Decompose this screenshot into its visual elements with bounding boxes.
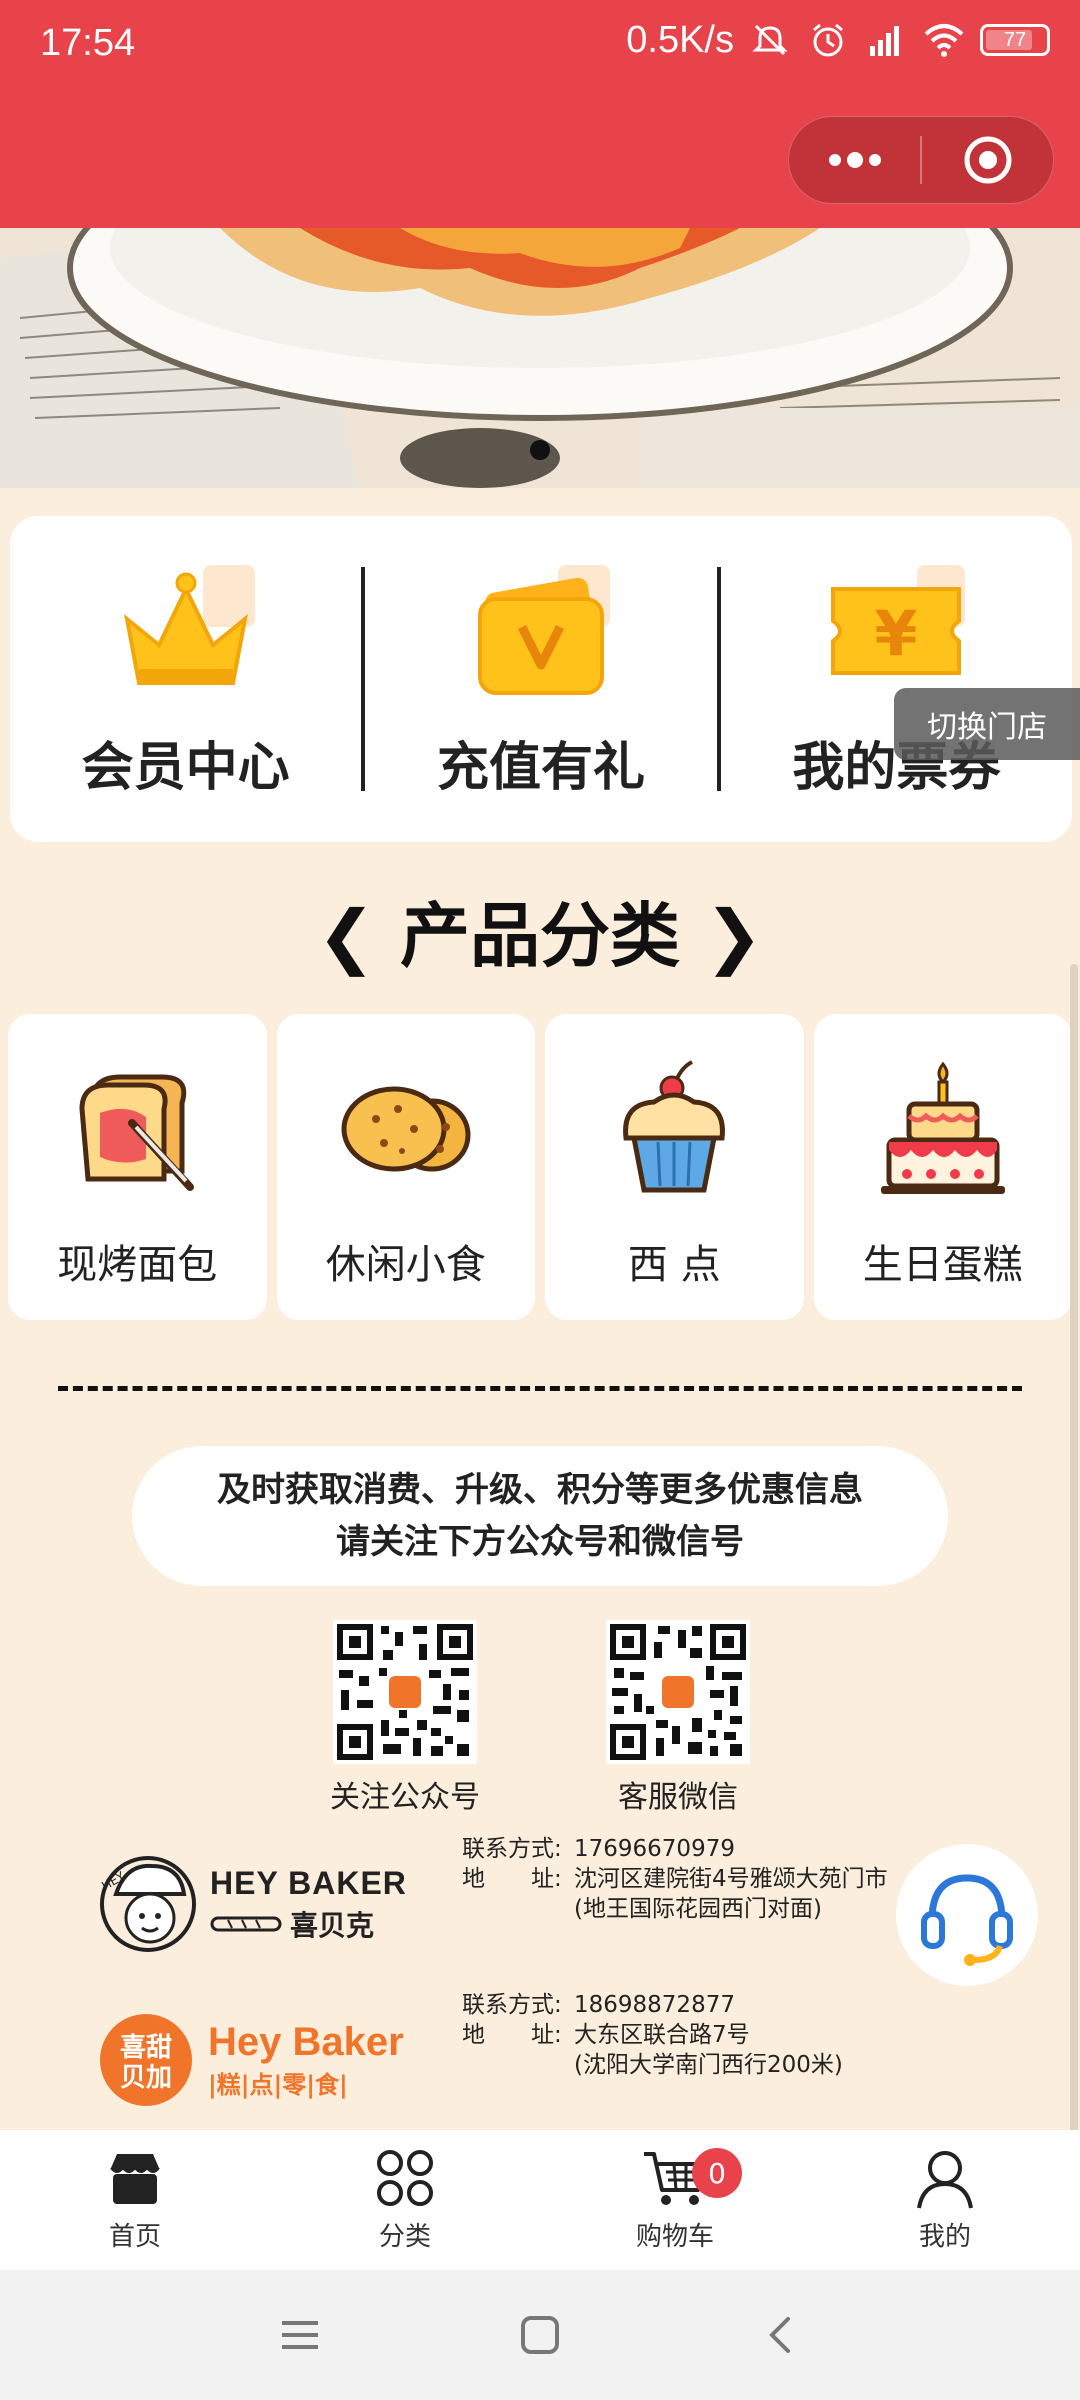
svg-text:贝加: 贝加 — [120, 2063, 172, 2093]
grid-icon — [377, 2150, 433, 2206]
banner-carousel[interactable] — [0, 228, 1080, 488]
category-bread[interactable]: 现烤面包 — [8, 1014, 267, 1320]
quick-item-label: 会员中心 — [81, 737, 290, 798]
user-icon — [917, 2151, 973, 2209]
store-address-note: (沈阳大学南门西行200米) — [574, 2052, 843, 2078]
cupcake-icon — [604, 1058, 744, 1198]
cookie-icon — [336, 1058, 476, 1198]
signal-icon — [864, 18, 908, 62]
battery-icon: 77 — [980, 24, 1050, 56]
cake-icon — [873, 1058, 1013, 1198]
qr-code-row: 关注公众号 客服微信 — [330, 1620, 750, 1816]
more-dots-icon[interactable] — [789, 117, 920, 203]
customer-service-button[interactable] — [896, 1844, 1038, 1986]
toast-icon — [67, 1058, 207, 1198]
qr-code-image — [606, 1620, 750, 1764]
store-address: 大东区联合路7号 — [574, 2022, 750, 2048]
store-address-note: (地王国际花园西门对面) — [574, 1896, 822, 1922]
cart-count-badge: 0 — [692, 2148, 742, 2198]
mini-program-capsule — [788, 116, 1054, 204]
follow-notice: 及时获取消费、升级、积分等更多优惠信息 请关注下方公众号和微信号 — [132, 1446, 948, 1586]
switch-store-button[interactable]: 切换门店 — [894, 688, 1080, 760]
quick-item-label: 充值有礼 — [436, 737, 645, 798]
menu-icon[interactable] — [270, 2305, 330, 2365]
category-label: 休闲小食 — [325, 1242, 486, 1288]
store-info-1: HEY HEY BAKER 喜贝克 联系方式: 17696670979 地 址: 沈… — [96, 1834, 996, 1974]
qr-label: 关注公众号 — [330, 1780, 480, 1815]
crown-icon — [111, 559, 261, 699]
notice-line-1: 及时获取消费、升级、积分等更多优惠信息 — [217, 1470, 863, 1510]
quick-item-tickets[interactable]: ¥ 我的票券 — [721, 559, 1072, 800]
qr-code-image — [333, 1620, 477, 1764]
brand-name-cn: 喜贝克 — [290, 1908, 375, 1942]
category-grid: 现烤面包 休闲小食 西 点 生日蛋糕 — [8, 1014, 1072, 1320]
home-square-icon[interactable] — [510, 2305, 570, 2365]
ticket-icon: ¥ — [821, 559, 971, 699]
wifi-icon — [922, 18, 966, 62]
system-nav-bar — [0, 2270, 1080, 2400]
store-info-2: 喜甜 贝加 Hey Baker |糕|点|零|食| 联系方式: 186988728… — [96, 1990, 996, 2130]
tab-label: 我的 — [918, 2222, 971, 2252]
alarm-icon — [806, 18, 850, 62]
store-contact: 联系方式: 17696670979 地 址: 沈河区建院街4号雅颂大苑门市 (地王国… — [462, 1834, 888, 1922]
page-scrollbar[interactable] — [1070, 964, 1078, 2144]
store-phone[interactable]: 17696670979 — [574, 1834, 735, 1864]
quick-item-recharge[interactable]: 充值有礼 — [365, 559, 716, 800]
wallet-icon — [466, 559, 616, 699]
store-phone[interactable]: 18698872877 — [574, 1990, 735, 2020]
headset-icon — [921, 1874, 1013, 1966]
brand-name: Hey Baker — [208, 2020, 404, 2064]
svg-text:¥: ¥ — [875, 597, 918, 670]
tab-mine[interactable]: 我的 — [810, 2130, 1080, 2270]
category-pastry[interactable]: 西 点 — [545, 1014, 804, 1320]
qr-official-account[interactable]: 关注公众号 — [330, 1620, 480, 1816]
close-target-icon[interactable] — [922, 117, 1053, 203]
qr-customer-service[interactable]: 客服微信 — [606, 1620, 750, 1816]
category-birthday-cake[interactable]: 生日蛋糕 — [813, 1014, 1072, 1320]
section-title: ❮ 产品分类 ❯ — [316, 895, 764, 977]
notice-line-2: 请关注下方公众号和微信号 — [336, 1522, 744, 1562]
tab-cart[interactable]: 0 购物车 — [540, 2130, 810, 2270]
banner-food-image — [0, 228, 1080, 488]
tab-label: 购物车 — [635, 2222, 714, 2252]
qr-label: 客服微信 — [618, 1780, 738, 1815]
brand-name: HEY BAKER — [210, 1864, 407, 1901]
category-label: 现烤面包 — [57, 1242, 218, 1288]
quick-menu-card: 会员中心 充值有礼 ¥ 我的票券 — [10, 516, 1072, 842]
svg-text:喜甜: 喜甜 — [120, 2033, 172, 2063]
tab-home[interactable]: 首页 — [0, 2130, 270, 2270]
back-icon[interactable] — [750, 2305, 810, 2365]
tab-label: 首页 — [108, 2222, 161, 2252]
brand-tagline: |糕|点|零|食| — [208, 2071, 348, 2099]
category-label: 西 点 — [627, 1242, 721, 1288]
mute-icon — [748, 18, 792, 62]
dashed-divider — [58, 1386, 1022, 1391]
tab-label: 分类 — [378, 2222, 431, 2252]
store-icon — [110, 2154, 160, 2204]
hey-baker-orange-logo: 喜甜 贝加 Hey Baker |糕|点|零|食| — [96, 1990, 426, 2130]
header-bar: 17:54 0.5K/s 77 — [0, 0, 1080, 228]
category-snacks[interactable]: 休闲小食 — [276, 1014, 535, 1320]
status-time: 17:54 — [40, 22, 136, 64]
bottom-tab-bar: 首页 分类 0 购物车 我的 — [0, 2130, 1080, 2270]
status-icons: 0.5K/s 77 — [626, 18, 1050, 62]
store-contact: 联系方式: 18698872877 地 址: 大东区联合路7号 (沈阳大学南门西行2… — [462, 1990, 843, 2078]
net-speed: 0.5K/s — [626, 18, 734, 61]
quick-item-member[interactable]: 会员中心 — [10, 559, 361, 800]
hey-baker-logo: HEY HEY BAKER 喜贝克 — [96, 1834, 426, 1974]
category-label: 生日蛋糕 — [862, 1242, 1023, 1288]
store-address: 沈河区建院街4号雅颂大苑门市 — [574, 1866, 888, 1892]
tab-category[interactable]: 分类 — [270, 2130, 540, 2270]
